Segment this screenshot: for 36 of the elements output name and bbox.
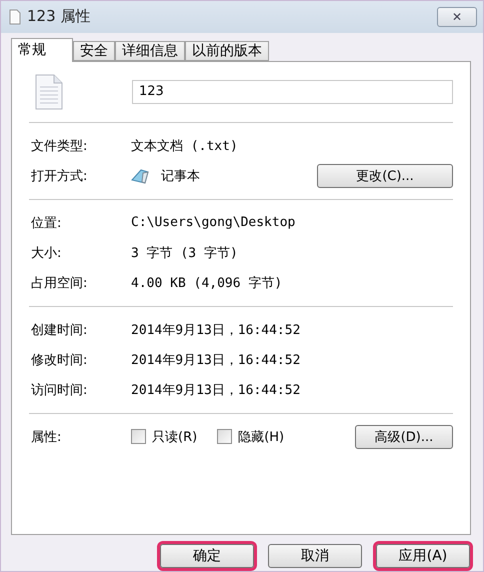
field-value: 2014年9月13日，16:44:52: [131, 382, 302, 399]
field-label: 位置:: [31, 214, 62, 232]
notepad-icon: [131, 168, 149, 184]
field-value: 文本文档 (.txt): [131, 138, 239, 155]
field-label: 大小:: [31, 244, 62, 262]
dialog-button[interactable]: 确定: [160, 544, 254, 568]
field-label: 文件类型:: [31, 138, 88, 155]
advanced-button[interactable]: 高级(D)...: [355, 424, 453, 449]
field-label: 占用空间:: [31, 274, 88, 292]
dialog-button[interactable]: 应用(A): [376, 544, 470, 568]
tab[interactable]: 详细信息: [115, 40, 185, 61]
field-label: 修改时间:: [31, 352, 88, 369]
field-label: 属性:: [31, 428, 62, 446]
field-value: 4.00 KB (4,096 字节): [131, 274, 284, 292]
name-field[interactable]: 123: [132, 80, 453, 104]
change-button[interactable]: 更改(C)...: [317, 164, 453, 188]
field-label: 访问时间:: [31, 382, 88, 399]
tab[interactable]: 以前的版本: [185, 40, 269, 61]
field-value: 2014年9月13日，16:44:52: [131, 322, 302, 339]
checkbox[interactable]: [217, 429, 232, 444]
window-title: 123 属性: [27, 7, 92, 26]
field-value: 记事本: [161, 168, 200, 185]
field-label: 打开方式:: [31, 168, 88, 185]
field-value: 3 字节 (3 字节): [131, 244, 239, 262]
tab[interactable]: 安全: [73, 40, 115, 61]
dialog-button[interactable]: 取消: [268, 544, 362, 568]
tab[interactable]: 常规: [11, 38, 73, 62]
checkbox-label: 隐藏(H): [238, 428, 284, 446]
checkbox-label: 只读(R): [152, 428, 198, 446]
field-value: C:\Users\gong\Desktop: [131, 215, 296, 230]
field-value: 2014年9月13日，16:44:52: [131, 352, 302, 369]
field-label: 创建时间:: [31, 322, 88, 339]
document-icon: [9, 8, 21, 25]
document-icon: [34, 74, 64, 110]
close-button[interactable]: ✕: [437, 6, 477, 27]
checkbox[interactable]: [131, 429, 146, 444]
